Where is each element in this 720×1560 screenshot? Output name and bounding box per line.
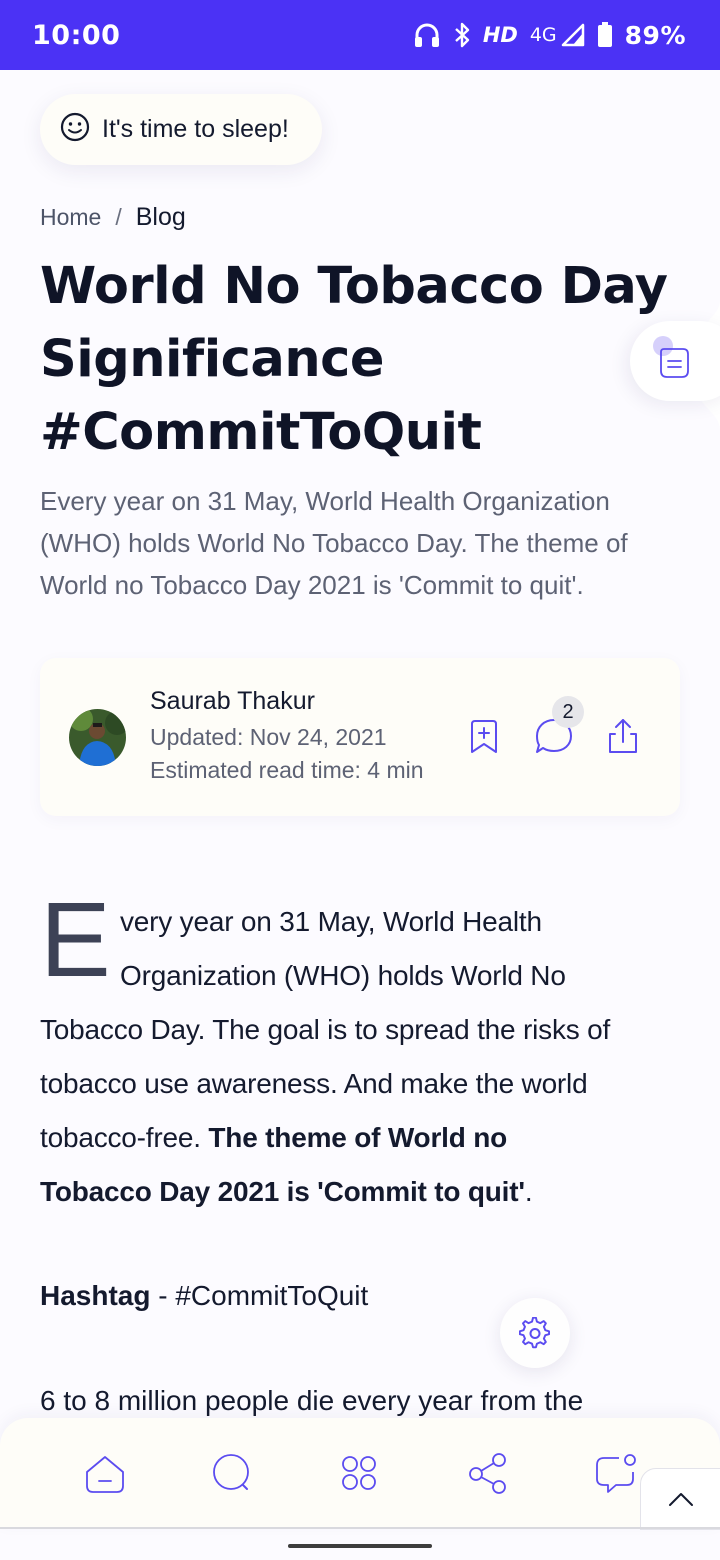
gear-icon (519, 1317, 550, 1349)
drop-cap: E (40, 881, 111, 999)
status-time: 10:00 (32, 19, 121, 51)
nav-share-network-icon[interactable] (465, 1452, 509, 1496)
nav-divider (0, 1527, 720, 1529)
bookmark-add-icon (471, 720, 497, 753)
body-theme-bold: Tobacco Day 2021 is 'Commit to quit' (40, 1176, 525, 1207)
bookmark-button[interactable] (468, 719, 500, 760)
scroll-to-top-button[interactable] (640, 1468, 720, 1530)
hashtag-label: Hashtag (40, 1280, 151, 1311)
body-line: Tobacco Day. The goal is to spread the r… (40, 1014, 611, 1045)
status-icons: HD 4G 89% (413, 21, 686, 50)
breadcrumb-current[interactable]: Blog (136, 203, 186, 232)
nav-search-icon[interactable] (210, 1452, 254, 1496)
headphones-icon (413, 22, 441, 48)
share-button[interactable] (603, 716, 643, 761)
status-bar: 10:00 HD 4G 89% (0, 0, 720, 70)
signal-icon (561, 23, 585, 47)
author-card: Saurab Thakur Updated: Nov 24, 2021 Esti… (40, 658, 680, 816)
breadcrumb: Home / Blog (40, 203, 186, 232)
body-line: 6 to 8 million people die every year fro… (40, 1385, 584, 1416)
table-of-contents-button[interactable] (630, 321, 720, 401)
body-period: . (524, 1176, 533, 1207)
avatar[interactable] (69, 709, 126, 766)
author-read-time: Estimated read time: 4 min (150, 757, 424, 783)
bottom-nav (0, 1418, 720, 1528)
title-line: World No Tobacco Day (40, 257, 668, 316)
body-line: Organization (WHO) holds World No (120, 960, 566, 991)
chevron-up-icon (669, 1493, 693, 1506)
greeting-text: It's time to sleep! (102, 115, 289, 143)
body-line: tobacco use awareness. And make the worl… (40, 1068, 588, 1099)
battery-icon (597, 22, 613, 48)
toc-icon (652, 335, 696, 388)
title-line: #CommitToQuit (40, 403, 482, 462)
body-line: tobacco-free. The theme of World no (40, 1122, 507, 1154)
body-text: tobacco-free. (40, 1122, 209, 1153)
network-label: 4G (529, 24, 557, 46)
smiley-icon (60, 112, 90, 147)
author-updated-date: Updated: Nov 24, 2021 (150, 724, 387, 750)
bluetooth-icon (453, 22, 471, 48)
comment-count-badge: 2 (552, 696, 584, 728)
hashtag-value: - #CommitToQuit (150, 1280, 369, 1311)
gesture-navigation-bar[interactable] (288, 1544, 432, 1548)
title-line: Significance (40, 330, 384, 389)
article-summary: Every year on 31 May, World Health Organ… (40, 486, 628, 600)
body-theme-bold: The theme of World no (208, 1122, 508, 1153)
body-line: very year on 31 May, World Health (120, 906, 542, 937)
author-name[interactable]: Saurab Thakur (150, 687, 315, 716)
greeting-chip[interactable]: It's time to sleep! (40, 94, 322, 165)
share-icon (609, 719, 637, 753)
breadcrumb-home[interactable]: Home (40, 204, 101, 231)
nav-apps-icon[interactable] (338, 1452, 382, 1496)
hd-label: HD (482, 23, 518, 47)
page-title: World No Tobacco Day Significance #Commi… (40, 250, 680, 469)
nav-home-icon[interactable] (83, 1452, 127, 1496)
battery-percent: 89% (624, 20, 686, 50)
settings-button[interactable] (500, 1298, 570, 1368)
nav-chat-icon[interactable] (594, 1452, 638, 1496)
body-line: Tobacco Day 2021 is 'Commit to quit'. (40, 1176, 533, 1208)
hashtag-line: Hashtag - #CommitToQuit (40, 1280, 368, 1312)
breadcrumb-separator: / (115, 204, 122, 230)
